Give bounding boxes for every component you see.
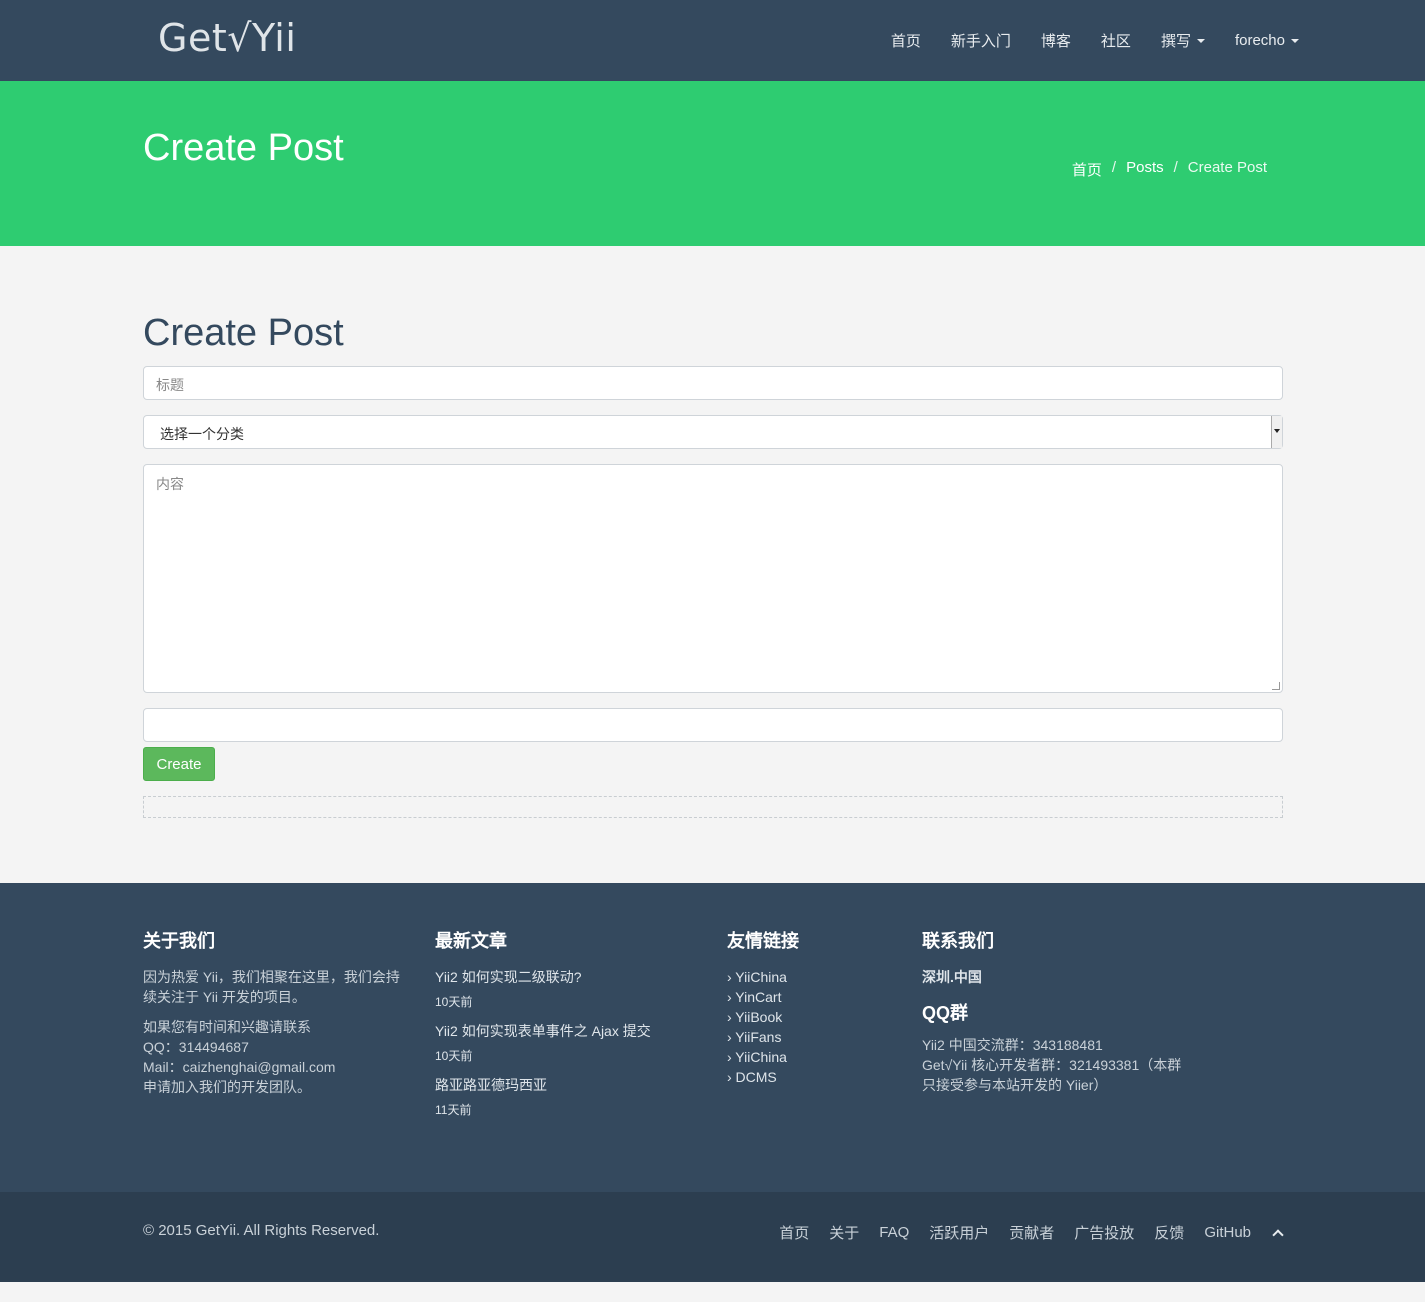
create-button[interactable]: Create [143, 747, 215, 781]
title-placeholder: 标题 [156, 377, 184, 393]
page-header: Create Post 首页 / Posts / Create Post [0, 81, 1425, 246]
footer-contact-heading: 联系我们 [922, 931, 994, 951]
resize-handle-icon[interactable] [1272, 682, 1280, 690]
friend-link[interactable]: › YiiBook [727, 1007, 897, 1027]
post-link[interactable]: Yii2 如何实现表单事件之 Ajax 提交 [435, 1021, 685, 1041]
breadcrumb-home[interactable]: 首页 [1072, 159, 1102, 180]
content-textarea[interactable]: 内容 [143, 464, 1283, 693]
content-placeholder: 内容 [156, 476, 184, 492]
post-link[interactable]: Yii2 如何实现二级联动? [435, 967, 685, 987]
bottom-bar: © 2015 GetYii. All Rights Reserved. 首页 关… [0, 1192, 1425, 1282]
footer-about-contact-line: 如果您有时间和兴趣请联系 [143, 1019, 311, 1035]
friend-link[interactable]: › YiiChina [727, 1047, 897, 1067]
footer-contact: 联系我们 深圳.中国 QQ群 Yii2 中国交流群：343188481 Get√… [922, 929, 1182, 1095]
breadcrumb-separator: / [1111, 159, 1117, 176]
bottom-link-home[interactable]: 首页 [779, 1222, 809, 1243]
nav-item-write-dropdown[interactable]: 撰写 [1161, 30, 1205, 51]
nav-item-blog[interactable]: 博客 [1041, 30, 1071, 51]
bottom-link-ads[interactable]: 广告投放 [1074, 1222, 1134, 1243]
footer-about-join: 申请加入我们的开发团队。 [143, 1079, 311, 1095]
brand-logo[interactable]: Get√Yii [158, 16, 296, 60]
nav-item-home[interactable]: 首页 [891, 30, 921, 51]
breadcrumb-posts[interactable]: Posts [1126, 159, 1164, 180]
breadcrumb: 首页 / Posts / Create Post [1072, 159, 1267, 180]
breadcrumb-separator: / [1173, 159, 1178, 176]
tags-input[interactable] [143, 708, 1283, 742]
page-title: Create Post [143, 127, 344, 169]
title-input[interactable]: 标题 [143, 366, 1283, 400]
qq-group-line: Yii2 中国交流群：343188481 [922, 1037, 1103, 1053]
footer-about-qq: QQ：314494687 [143, 1039, 249, 1055]
qq-group-line: Get√Yii 核心开发者群：321493381（本群只接受参与本站开发的 Yi… [922, 1057, 1182, 1093]
copyright: © 2015 GetYii. All Rights Reserved. [143, 1222, 380, 1239]
breadcrumb-current: Create Post [1187, 159, 1267, 176]
bottom-link-about[interactable]: 关于 [829, 1222, 859, 1243]
bottom-link-contributors[interactable]: 贡献者 [1009, 1222, 1054, 1243]
nav-item-user-dropdown[interactable]: forecho [1235, 32, 1299, 49]
footer-about: 关于我们 因为热爱 Yii，我们相聚在这里，我们会持续关注于 Yii 开发的项目… [143, 929, 405, 1097]
nav-label: 博客 [1040, 33, 1071, 50]
caret-down-icon [1196, 38, 1205, 43]
bottom-nav: 首页 关于 FAQ 活跃用户 贡献者 广告投放 反馈 GitHub [759, 1222, 1283, 1243]
bottom-link-faq[interactable]: FAQ [879, 1224, 909, 1241]
footer-about-heading: 关于我们 [143, 931, 215, 951]
select-arrow-icon [1271, 416, 1282, 448]
friend-link[interactable]: › YiiChina [727, 967, 897, 987]
friend-link[interactable]: › YiiFans [727, 1027, 897, 1047]
back-to-top-icon[interactable] [1273, 1228, 1283, 1238]
top-navbar: Get√Yii 首页 新手入门 博客 社区 撰写 forecho [0, 0, 1425, 81]
footer-latest-heading: 最新文章 [435, 931, 507, 951]
nav-item-getting-started[interactable]: 新手入门 [951, 30, 1011, 51]
post-time: 11天前 [435, 1103, 472, 1117]
footer-about-mail: Mail：caizhenghai@gmail.com [143, 1059, 336, 1075]
nav-label: 社区 [1100, 33, 1131, 50]
footer-links-heading: 友情链接 [727, 931, 799, 951]
list-item: Yii2 如何实现二级联动? 10天前 [435, 967, 685, 1011]
qq-group-heading: QQ群 [922, 1003, 969, 1023]
nav-label: 撰写 [1160, 33, 1191, 50]
footer-friend-links: 友情链接 › YiiChina › YinCart › YiiBook › Yi… [727, 929, 897, 1087]
category-selected-value: 选择一个分类 [160, 426, 244, 442]
caret-down-icon [1291, 38, 1299, 43]
nav-item-community[interactable]: 社区 [1101, 30, 1131, 51]
bottom-link-feedback[interactable]: 反馈 [1154, 1222, 1184, 1243]
list-item: Yii2 如何实现表单事件之 Ajax 提交 10天前 [435, 1021, 685, 1065]
friend-link[interactable]: › YinCart [727, 987, 897, 1007]
list-item: 路亚路亚德玛西亚 11天前 [435, 1075, 685, 1119]
bottom-link-github[interactable]: GitHub [1204, 1224, 1251, 1241]
preview-area [143, 796, 1283, 818]
post-time: 10天前 [435, 995, 473, 1009]
main-nav: 首页 新手入门 博客 社区 撰写 forecho [861, 0, 1299, 81]
bottom-link-active-users[interactable]: 活跃用户 [929, 1222, 989, 1243]
nav-label: 首页 [890, 33, 921, 50]
footer: 关于我们 因为热爱 Yii，我们相聚在这里，我们会持续关注于 Yii 开发的项目… [0, 883, 1425, 1192]
nav-label: 新手入门 [950, 33, 1011, 50]
contact-city: 深圳.中国 [922, 969, 982, 985]
category-select[interactable]: 选择一个分类 [143, 415, 1283, 449]
footer-latest-posts: 最新文章 Yii2 如何实现二级联动? 10天前 Yii2 如何实现表单事件之 … [435, 929, 685, 1129]
post-time: 10天前 [435, 1049, 473, 1063]
friend-link[interactable]: › DCMS [727, 1067, 897, 1087]
post-link[interactable]: 路亚路亚德玛西亚 [435, 1075, 685, 1095]
form-heading: Create Post [143, 312, 344, 354]
footer-about-text: 因为热爱 Yii，我们相聚在这里，我们会持续关注于 Yii 开发的项目。 [143, 969, 400, 1005]
nav-label: forecho [1234, 32, 1285, 49]
